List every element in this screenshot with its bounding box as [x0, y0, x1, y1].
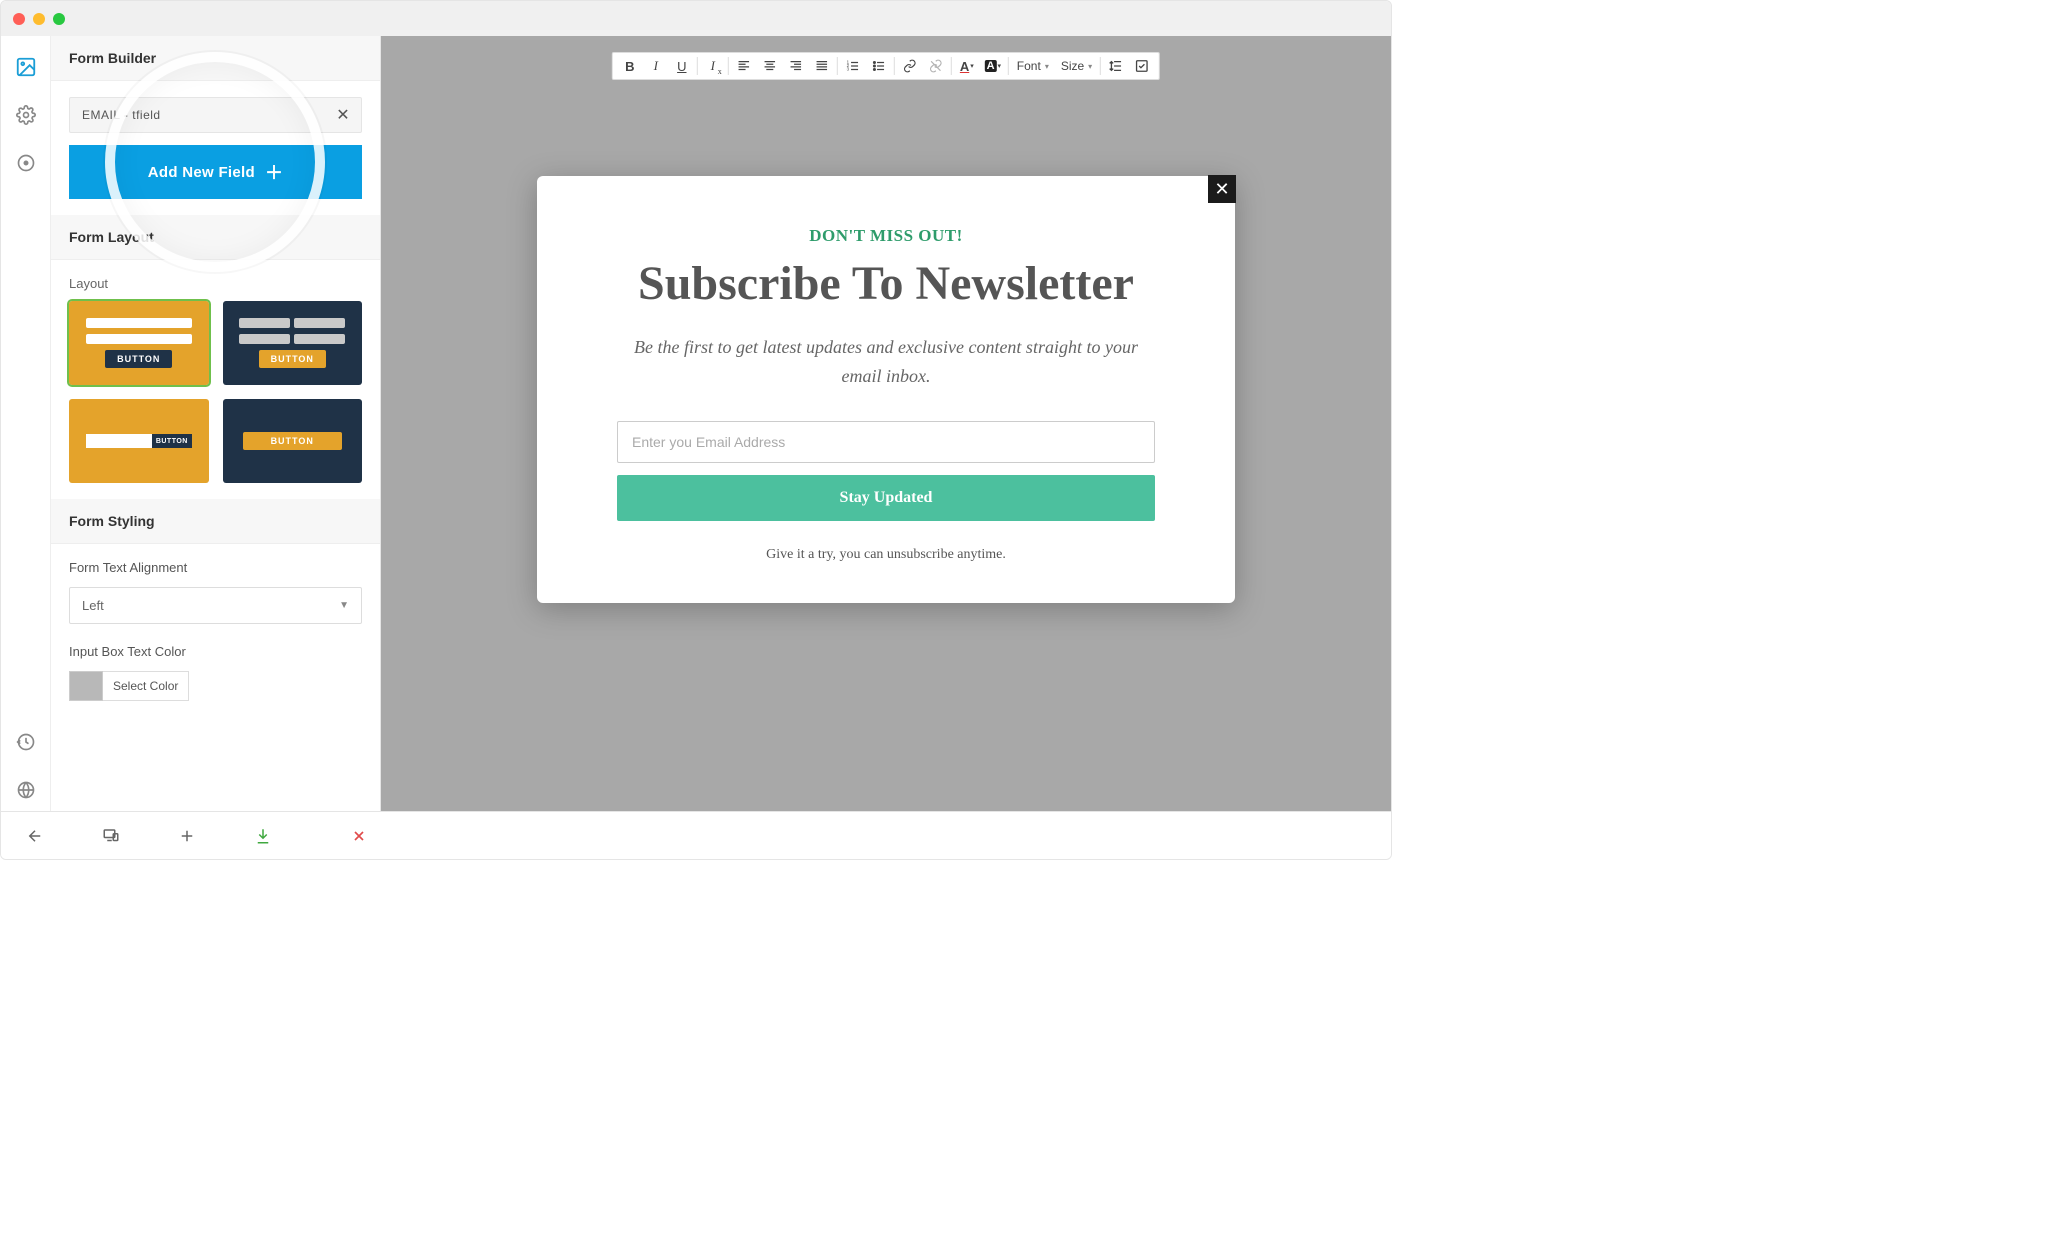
popup-title: Subscribe To Newsletter [617, 256, 1155, 311]
chevron-down-icon: ▾ [1045, 62, 1049, 71]
newsletter-popup: ✕ DON'T MISS OUT! Subscribe To Newslette… [537, 176, 1235, 603]
popup-eyebrow: DON'T MISS OUT! [617, 226, 1155, 246]
target-icon[interactable] [15, 152, 37, 174]
add-new-field-label: Add New Field [148, 164, 255, 181]
input-box-text-color-label: Input Box Text Color [69, 644, 362, 659]
rte-align-center[interactable] [757, 53, 783, 79]
rte-source[interactable] [1129, 53, 1155, 79]
layout-card-button-label: BUTTON [259, 350, 326, 368]
svg-text:3: 3 [847, 66, 850, 71]
image-icon[interactable] [15, 56, 37, 78]
layout-card-button-label: BUTTON [105, 350, 172, 368]
history-icon[interactable] [15, 731, 37, 753]
icon-rail [1, 36, 51, 811]
bottombar [1, 811, 1391, 859]
close-icon[interactable] [349, 826, 369, 846]
form-text-alignment-select[interactable]: Left ▼ [69, 587, 362, 624]
titlebar [1, 1, 1391, 36]
rte-unordered-list[interactable] [866, 53, 892, 79]
layout-option-centered[interactable]: BUTTON [223, 399, 363, 483]
rte-link[interactable] [897, 53, 923, 79]
rte-align-right[interactable] [783, 53, 809, 79]
rte-line-height[interactable] [1103, 53, 1129, 79]
form-text-alignment-value: Left [82, 598, 104, 613]
section-form-builder: Form Builder [51, 36, 380, 81]
layout-option-two-col[interactable]: BUTTON [223, 301, 363, 385]
download-icon[interactable] [253, 826, 273, 846]
rte-unlink[interactable] [923, 53, 949, 79]
rte-text-color[interactable]: A▾ [954, 53, 980, 79]
remove-field-icon[interactable]: ✕ [325, 105, 361, 125]
sidebar: Form Builder EMAIL - tfield ✕ Add New Fi… [51, 36, 381, 811]
back-icon[interactable] [25, 826, 45, 846]
gear-icon[interactable] [15, 104, 37, 126]
plus-icon[interactable] [177, 826, 197, 846]
rte-bg-color[interactable]: A▾ [980, 53, 1006, 79]
layout-label: Layout [69, 276, 362, 291]
rte-size-label: Size [1061, 59, 1084, 73]
canvas[interactable]: B I U Ix 123 A▾ A▾ Font ▾ [381, 36, 1391, 811]
form-text-alignment-label: Form Text Alignment [69, 560, 362, 575]
main-row: Form Builder EMAIL - tfield ✕ Add New Fi… [1, 36, 1391, 811]
chevron-down-icon: ▼ [339, 600, 349, 611]
section-form-layout: Form Layout [51, 215, 380, 260]
rte-align-justify[interactable] [809, 53, 835, 79]
devices-icon[interactable] [101, 826, 121, 846]
rte-font-label: Font [1017, 59, 1041, 73]
field-label: EMAIL - tfield [70, 98, 325, 132]
popup-close-button[interactable]: ✕ [1208, 175, 1236, 203]
traffic-light-close[interactable] [13, 13, 25, 25]
layout-card-button-label: BUTTON [243, 432, 342, 450]
popup-footer: Give it a try, you can unsubscribe anyti… [617, 547, 1155, 563]
field-row-email[interactable]: EMAIL - tfield ✕ [69, 97, 362, 133]
rte-size-dropdown[interactable]: Size ▾ [1055, 59, 1098, 73]
layout-option-inline[interactable]: BUTTON [69, 399, 209, 483]
rte-underline[interactable]: U [669, 53, 695, 79]
rte-ordered-list[interactable]: 123 [840, 53, 866, 79]
chevron-down-icon: ▾ [1088, 62, 1092, 71]
popup-subtitle: Be the first to get latest updates and e… [617, 333, 1155, 391]
color-swatch[interactable] [69, 671, 103, 701]
popup-submit-button[interactable]: Stay Updated [617, 475, 1155, 521]
app-window: Form Builder EMAIL - tfield ✕ Add New Fi… [0, 0, 1392, 860]
rte-italic[interactable]: I [643, 53, 669, 79]
globe-icon[interactable] [15, 779, 37, 801]
rte-align-left[interactable] [731, 53, 757, 79]
section-form-styling: Form Styling [51, 499, 380, 544]
layout-card-button-label: BUTTON [152, 434, 192, 448]
plus-icon: ＋ [265, 159, 283, 185]
layout-option-single-stack[interactable]: BUTTON [69, 301, 209, 385]
layout-grid: BUTTON BUTTON BUTTON BUTTON [69, 301, 362, 483]
add-new-field-button[interactable]: Add New Field ＋ [69, 145, 362, 199]
select-color-button[interactable]: Select Color [103, 671, 189, 701]
popup-email-input[interactable] [617, 421, 1155, 463]
rte-clear-format[interactable]: Ix [700, 53, 726, 79]
rte-font-dropdown[interactable]: Font ▾ [1011, 59, 1055, 73]
rte-toolbar: B I U Ix 123 A▾ A▾ Font ▾ [612, 52, 1160, 80]
traffic-light-zoom[interactable] [53, 13, 65, 25]
rte-bold[interactable]: B [617, 53, 643, 79]
traffic-light-minimize[interactable] [33, 13, 45, 25]
